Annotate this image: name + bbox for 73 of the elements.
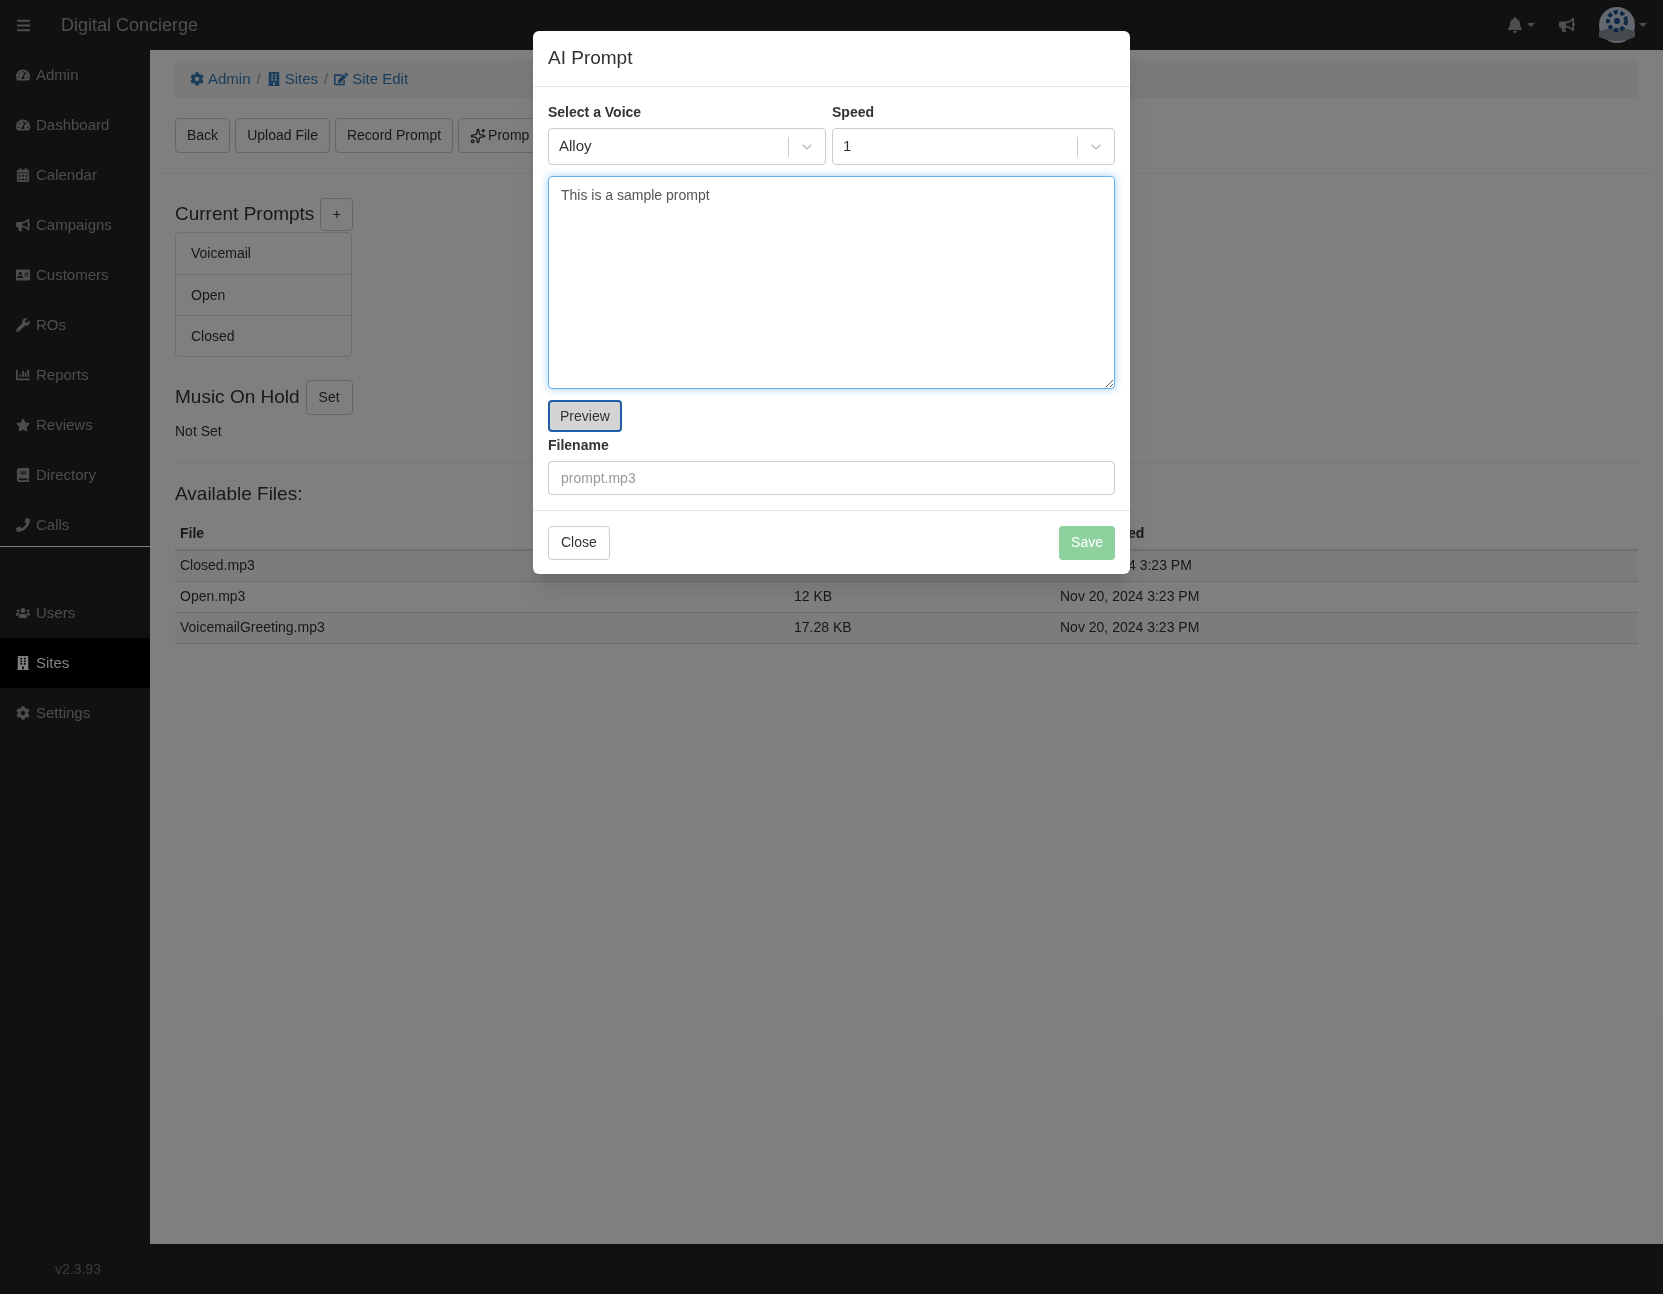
sidebar-item[interactable]: Settings bbox=[0, 688, 150, 738]
contact-card-icon bbox=[16, 268, 30, 282]
avatar-icon bbox=[1599, 7, 1635, 43]
bar-chart-icon bbox=[16, 368, 30, 382]
toolbar-button[interactable]: Record Prompt bbox=[334, 118, 454, 153]
breadcrumb-link[interactable]: Admin bbox=[190, 67, 251, 91]
preview-button[interactable]: Preview bbox=[548, 400, 622, 432]
column-header: File bbox=[180, 525, 205, 541]
sidebar-item[interactable]: Reports bbox=[0, 350, 150, 400]
section-heading: Current Prompts bbox=[175, 202, 315, 227]
prompt-list-item[interactable]: Voicemail bbox=[176, 233, 351, 274]
users-icon bbox=[16, 606, 30, 620]
music-status: Not Set bbox=[175, 422, 223, 441]
set-music-button[interactable]: Set bbox=[305, 380, 353, 415]
book-icon bbox=[16, 468, 30, 482]
field-label: Filename bbox=[548, 436, 610, 455]
voice-select[interactable]: Alloy bbox=[548, 128, 826, 165]
gauge-icon bbox=[16, 68, 30, 82]
breadcrumb-link[interactable]: Site Edit bbox=[334, 67, 409, 91]
close-button[interactable]: Close bbox=[548, 525, 610, 560]
sidebar-item[interactable]: Sites bbox=[0, 638, 150, 688]
sidebar-item[interactable]: Calendar bbox=[0, 150, 150, 200]
breadcrumb-separator: / bbox=[255, 68, 262, 89]
sidebar-item[interactable]: Admin bbox=[0, 50, 150, 100]
toolbar-button[interactable]: Upload File bbox=[235, 118, 330, 153]
profile-button[interactable] bbox=[1599, 7, 1647, 43]
caret-icon bbox=[1527, 23, 1535, 27]
calendar-icon bbox=[16, 168, 30, 182]
sidebar-item[interactable]: Customers bbox=[0, 250, 150, 300]
building-icon bbox=[266, 72, 281, 86]
table-cell: 17.28 KB bbox=[794, 619, 852, 635]
table-cell: Open.mp3 bbox=[180, 588, 246, 604]
building-icon bbox=[16, 656, 30, 670]
section-heading: Available Files: bbox=[175, 482, 304, 506]
table-cell: 12 KB bbox=[794, 588, 833, 604]
settings-icon bbox=[16, 706, 30, 720]
caret-icon bbox=[1639, 23, 1647, 27]
speed-select[interactable]: 1 bbox=[832, 128, 1115, 165]
prompt-list-item[interactable]: Open bbox=[176, 274, 351, 315]
phone-icon bbox=[16, 518, 30, 532]
app-title[interactable]: Digital Concierge bbox=[61, 11, 199, 39]
toolbar-button[interactable]: Back bbox=[175, 118, 231, 153]
edit-icon bbox=[334, 72, 349, 86]
menu-icon[interactable] bbox=[16, 17, 31, 33]
section-heading: Music On Hold bbox=[175, 385, 300, 410]
megaphone-icon bbox=[16, 218, 30, 232]
sparkles-icon bbox=[470, 127, 487, 144]
sidebar-item[interactable]: Users bbox=[0, 588, 150, 638]
prompt-list-item[interactable]: Closed bbox=[176, 315, 351, 356]
notifications-button[interactable] bbox=[1507, 17, 1535, 33]
megaphone-icon[interactable] bbox=[1559, 17, 1575, 33]
table-cell: Nov 20, 2024 3:23 PM bbox=[1060, 588, 1200, 604]
gauge-icon bbox=[16, 118, 30, 132]
table-cell: Closed.mp3 bbox=[180, 557, 255, 573]
breadcrumb-link[interactable]: Sites bbox=[266, 67, 319, 91]
star-icon bbox=[16, 418, 30, 432]
sidebar-item[interactable]: ROs bbox=[0, 300, 150, 350]
add-prompt-button[interactable]: + bbox=[320, 198, 354, 231]
sidebar-item[interactable]: Reviews bbox=[0, 400, 150, 450]
table-cell: VoicemailGreeting.mp3 bbox=[180, 619, 325, 635]
settings-icon bbox=[190, 72, 204, 86]
sidebar-item[interactable]: Dashboard bbox=[0, 100, 150, 150]
sidebar-item[interactable]: Campaigns bbox=[0, 200, 150, 250]
sidebar-item[interactable]: Directory bbox=[0, 450, 150, 500]
prompt-textarea[interactable]: This is a sample prompt bbox=[548, 176, 1115, 389]
dialog-title: AI Prompt bbox=[548, 46, 633, 71]
field-label: Speed bbox=[832, 103, 875, 122]
filename-field[interactable]: prompt.mp3 bbox=[548, 461, 1115, 495]
wrench-icon bbox=[16, 318, 30, 332]
table-cell: Nov 20, 2024 3:23 PM bbox=[1060, 619, 1200, 635]
bell-icon bbox=[1507, 17, 1523, 33]
field-label: Select a Voice bbox=[548, 103, 643, 122]
breadcrumb-separator: / bbox=[323, 68, 330, 89]
